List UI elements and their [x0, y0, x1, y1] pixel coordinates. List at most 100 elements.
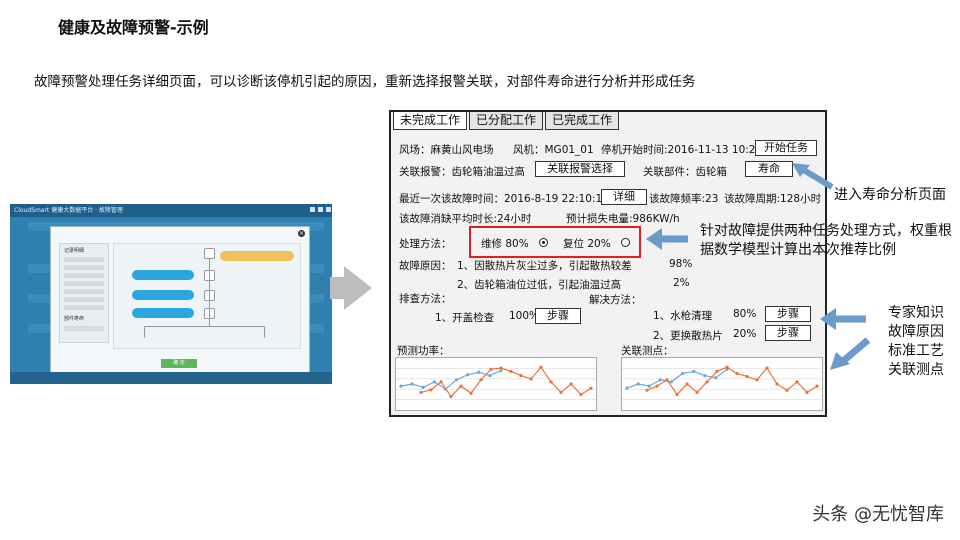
transition-arrow-stem	[330, 277, 344, 299]
note-expert-line: 标准工艺	[888, 343, 944, 359]
thumb-close-icon	[326, 207, 331, 212]
thumb-flow-step	[132, 290, 194, 300]
series-point-2	[725, 365, 729, 369]
series-point-2	[705, 380, 709, 384]
solution-1-steps-button[interactable]: 步骤	[765, 306, 811, 322]
thumb-flow-step	[132, 270, 194, 280]
thumb-flow-connector	[209, 258, 210, 326]
points-label: 关联测点：	[621, 345, 674, 357]
predicted-power-chart	[395, 357, 597, 411]
solution-2-steps-button[interactable]: 步骤	[765, 325, 811, 341]
slide-description: 故障预警处理任务详细页面，可以诊断该停机引起的原因，重新选择报警关联，对部件寿命…	[34, 74, 696, 90]
alarm-select-button[interactable]: 关联报警选择	[535, 161, 625, 177]
thumb-modal-close-icon: ×	[298, 230, 305, 237]
arrow-to-chart-icon	[828, 336, 874, 376]
method-reset-label: 复位 20%	[563, 238, 611, 250]
check-steps-button[interactable]: 步骤	[535, 308, 581, 324]
series-point-2	[499, 366, 503, 370]
series-point-2	[695, 390, 699, 394]
series-point-2	[775, 382, 779, 386]
thumb-modal: × 记录明细 部件寿命 确 定	[50, 226, 310, 376]
method-label: 处理方法：	[399, 238, 452, 250]
series-point-2	[479, 378, 483, 382]
series-point-1	[410, 382, 414, 386]
series-point-1	[477, 370, 481, 374]
thumb-left-panel: 记录明细 部件寿命	[59, 243, 109, 343]
series-point-2	[449, 395, 453, 399]
series-point-1	[647, 384, 651, 388]
transition-arrow-icon	[344, 266, 372, 310]
related-points-chart	[621, 357, 823, 411]
detail-button[interactable]: 详细	[601, 189, 647, 205]
life-button[interactable]: 寿命	[745, 161, 793, 177]
thumb-panel-row	[64, 289, 104, 294]
alarm-label: 关联报警：齿轮箱油温过高	[399, 166, 525, 178]
thumb-panel-row	[64, 297, 104, 302]
solution-1-pct: 80%	[733, 308, 757, 320]
component-label: 关联部件：齿轮箱	[643, 166, 727, 178]
series-point-2	[419, 390, 423, 394]
tab-assigned[interactable]: 已分配工作	[469, 112, 543, 130]
start-task-button[interactable]: 开始任务	[755, 140, 817, 156]
series-point-2	[645, 388, 649, 392]
series-point-2	[589, 386, 593, 390]
arrow-to-method-icon	[646, 228, 692, 254]
method-reset-radio[interactable]	[621, 238, 630, 247]
cause-2: 2、齿轮箱油位过低，引起油温过高	[457, 279, 622, 291]
series-point-1	[703, 374, 707, 378]
series-point-2	[655, 384, 659, 388]
series-point-1	[466, 373, 470, 377]
power-label: 预测功率：	[397, 345, 450, 357]
note-expert-line: 关联测点	[888, 362, 944, 378]
tab-unfinished[interactable]: 未完成工作	[393, 112, 467, 130]
fault-frequency: 该故障频率:23	[649, 193, 719, 205]
solution-1: 1、水枪清理	[653, 310, 713, 322]
slide-title: 健康及故障预警-示例	[58, 18, 209, 37]
series-point-1	[454, 378, 459, 382]
series-point-2	[715, 369, 719, 373]
cause-1-pct: 98%	[669, 258, 693, 270]
series-point-2	[569, 382, 573, 386]
solution-2-pct: 20%	[733, 328, 757, 340]
thumb-flow-connector	[264, 326, 265, 338]
series-point-2	[539, 365, 543, 369]
thumb-footer	[10, 372, 332, 384]
series-point-2	[519, 374, 523, 378]
thumb-flow-connector	[144, 326, 264, 327]
series-point-2	[489, 367, 493, 371]
series-line-1	[400, 370, 502, 390]
series-point-2	[459, 384, 463, 388]
series-point-2	[735, 371, 739, 376]
solution-2: 2、更换散热片	[653, 330, 723, 342]
expected-loss: 预计损失电量:986KW/h	[566, 213, 680, 225]
series-point-1	[421, 385, 425, 389]
note-life-analysis: 进入寿命分析页面	[834, 187, 946, 203]
series-point-2	[509, 369, 513, 373]
method-repair-radio[interactable]	[539, 238, 548, 247]
series-point-2	[579, 392, 583, 397]
app-thumbnail: CloudSmart 健康大数据平台 · 故障管理 × 记录明细 部件寿命 确 …	[10, 204, 332, 384]
thumb-panel-row	[64, 305, 104, 310]
note-expert-line: 故障原因	[888, 324, 944, 340]
related-points-svg	[622, 365, 822, 401]
turbine-label: 风机：MG01_01	[513, 144, 594, 156]
thumb-panel-row	[64, 257, 104, 262]
series-point-1	[625, 386, 629, 390]
solution-label: 解决方法：	[589, 294, 642, 306]
note-expert-line: 专家知识	[888, 305, 944, 321]
avg-duration: 该故障消缺平均时长:24小时	[399, 213, 532, 225]
series-point-2	[559, 390, 563, 394]
series-point-2	[549, 380, 553, 384]
cause-1: 1、因散热片灰尘过多，引起散热较差	[457, 260, 632, 272]
cause-label: 故障原因：	[399, 260, 452, 272]
check-1: 1、开盖检查	[435, 312, 495, 324]
method-repair-label: 维修 80%	[481, 238, 529, 250]
watermark: 头条 @无忧智库	[812, 504, 944, 525]
wind-farm-label: 风场：麻黄山风电场	[399, 144, 494, 156]
thumb-ok-button[interactable]: 确 定	[161, 359, 197, 368]
series-point-1	[669, 380, 674, 384]
tab-completed[interactable]: 已完成工作	[545, 112, 619, 130]
series-point-2	[815, 384, 819, 388]
series-point-1	[399, 384, 403, 388]
cause-2-pct: 2%	[673, 277, 690, 289]
